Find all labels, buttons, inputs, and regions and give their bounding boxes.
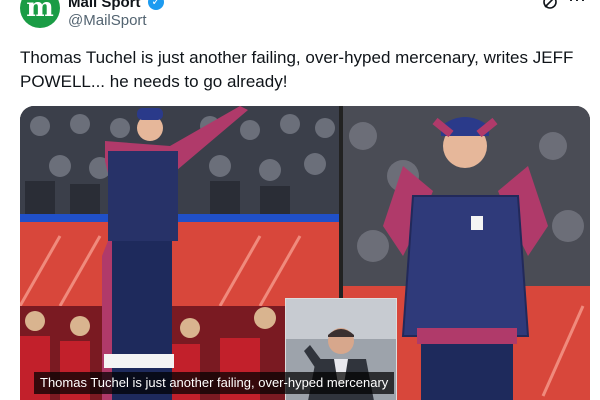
avatar-letter: m — [26, 0, 54, 23]
tweet-media[interactable]: Thomas Tuchel is just another failing, o… — [20, 106, 590, 400]
media-caption: Thomas Tuchel is just another failing, o… — [34, 372, 395, 394]
user-handle[interactable]: @MailSport — [68, 12, 147, 29]
tweet-text: Thomas Tuchel is just another failing, o… — [20, 48, 574, 91]
tweet-header: m Mail Sport ✓ @MailSport ⋯ — [0, 0, 600, 40]
verified-icon: ✓ — [148, 0, 164, 10]
grok-icon[interactable] — [542, 0, 558, 10]
more-icon[interactable]: ⋯ — [568, 0, 587, 11]
avatar[interactable]: m — [20, 0, 60, 28]
display-name[interactable]: Mail Sport — [68, 0, 141, 11]
